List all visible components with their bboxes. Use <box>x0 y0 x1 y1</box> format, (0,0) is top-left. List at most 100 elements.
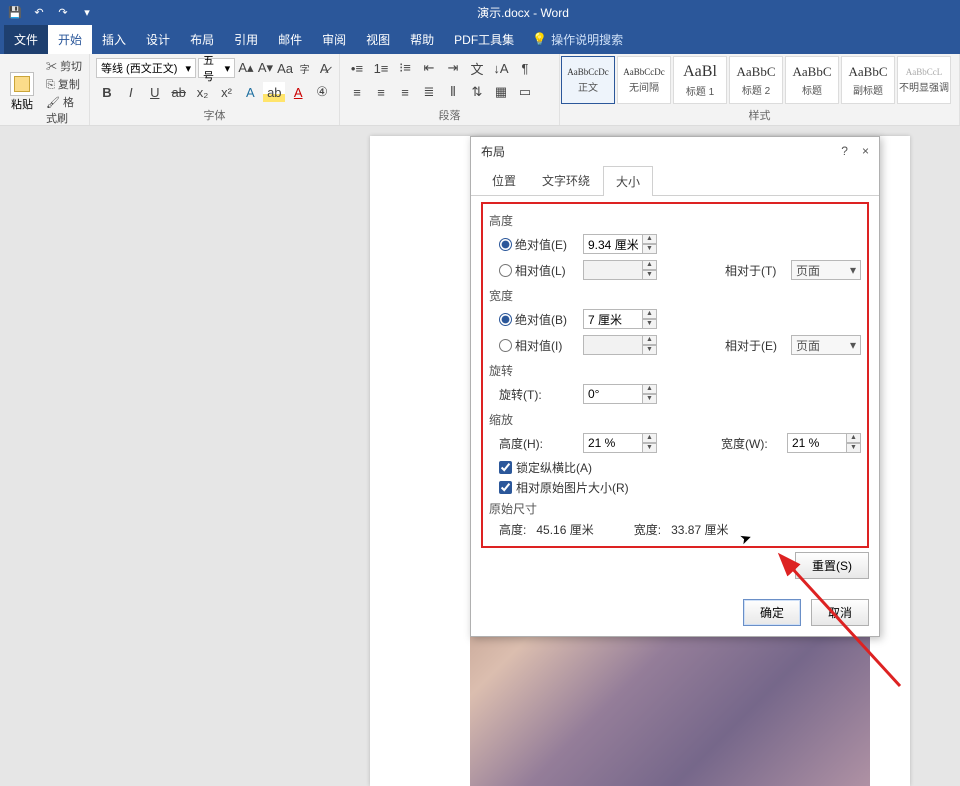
paste-button[interactable]: 粘贴 <box>6 70 38 114</box>
tab-size[interactable]: 大小 <box>603 166 653 196</box>
menu-help[interactable]: 帮助 <box>400 25 444 54</box>
height-abs-radio[interactable]: 绝对值(E) <box>499 236 577 253</box>
redo-icon[interactable]: ↷ <box>56 5 70 19</box>
clear-format-button[interactable]: A̷ <box>315 58 333 78</box>
height-relto-combo[interactable]: 页面▾ <box>791 260 861 280</box>
width-relto-combo[interactable]: 页面▾ <box>791 335 861 355</box>
shrink-font-button[interactable]: A▾ <box>257 58 275 78</box>
section-height: 高度 <box>489 212 861 229</box>
increase-indent-button[interactable]: ⇥ <box>442 58 464 78</box>
menu-references[interactable]: 引用 <box>224 25 268 54</box>
help-icon[interactable]: ? <box>841 144 848 158</box>
align-right-button[interactable]: ≡ <box>394 82 416 102</box>
tab-position[interactable]: 位置 <box>479 165 529 195</box>
text-effects-button[interactable]: A <box>239 82 261 102</box>
grow-font-button[interactable]: A▴ <box>237 58 255 78</box>
relative-original-checkbox[interactable]: 相对原始图片大小(R) <box>499 479 861 496</box>
section-original: 原始尺寸 <box>489 500 861 517</box>
spinner-up-icon: ▲ <box>643 260 657 270</box>
bold-button[interactable]: B <box>96 82 118 102</box>
distribute-button[interactable]: ⫴ <box>442 82 464 102</box>
menu-mail[interactable]: 邮件 <box>268 25 312 54</box>
align-left-button[interactable]: ≡ <box>346 82 368 102</box>
style-tile[interactable]: AaBbCcDc无间隔 <box>617 56 671 104</box>
menu-insert[interactable]: 插入 <box>92 25 136 54</box>
menu-view[interactable]: 视图 <box>356 25 400 54</box>
cancel-button[interactable]: 取消 <box>811 599 869 626</box>
width-abs-input[interactable] <box>583 309 643 329</box>
spinner-up-icon[interactable]: ▲ <box>847 433 861 443</box>
copy-button[interactable]: ⎘ 复制 <box>46 76 83 92</box>
style-tile[interactable]: AaBl标题 1 <box>673 56 727 104</box>
spinner-down-icon[interactable]: ▼ <box>643 394 657 404</box>
superscript-button[interactable]: x² <box>216 82 238 102</box>
style-tile[interactable]: AaBbC副标题 <box>841 56 895 104</box>
strikethrough-button[interactable]: ab <box>168 82 190 102</box>
font-color-button[interactable]: A <box>287 82 309 102</box>
width-abs-radio[interactable]: 绝对值(B) <box>499 311 577 328</box>
sort-button[interactable]: ↓A <box>490 58 512 78</box>
style-tile[interactable]: AaBbCcDc正文 <box>561 56 615 104</box>
menu-file[interactable]: 文件 <box>4 25 48 54</box>
spinner-up-icon[interactable]: ▲ <box>643 384 657 394</box>
spinner-down-icon[interactable]: ▼ <box>643 244 657 254</box>
italic-button[interactable]: I <box>120 82 142 102</box>
asian-layout-button[interactable]: 文 <box>466 58 488 78</box>
line-spacing-button[interactable]: ⇅ <box>466 82 488 102</box>
align-center-button[interactable]: ≡ <box>370 82 392 102</box>
bullets-button[interactable]: •≡ <box>346 58 368 78</box>
decrease-indent-button[interactable]: ⇤ <box>418 58 440 78</box>
chevron-down-icon: ▾ <box>850 338 856 352</box>
spinner-down-icon[interactable]: ▼ <box>643 319 657 329</box>
enclose-char-button[interactable]: ④ <box>311 82 333 102</box>
width-rel-radio[interactable]: 相对值(I) <box>499 337 577 354</box>
style-preview: AaBbCcDc <box>623 67 665 77</box>
show-marks-button[interactable]: ¶ <box>514 58 536 78</box>
scale-w-input[interactable] <box>787 433 847 453</box>
numbering-button[interactable]: 1≡ <box>370 58 392 78</box>
tab-text-wrap[interactable]: 文字环绕 <box>529 165 603 195</box>
justify-button[interactable]: ≣ <box>418 82 440 102</box>
spinner-up-icon[interactable]: ▲ <box>643 309 657 319</box>
rotate-input[interactable] <box>583 384 643 404</box>
height-abs-input[interactable] <box>583 234 643 254</box>
format-painter-button[interactable]: 🖌 格式刷 <box>46 94 83 126</box>
qat-more-icon[interactable]: ▾ <box>80 5 94 19</box>
cut-button[interactable]: ✂ 剪切 <box>46 58 83 74</box>
phonetic-guide-button[interactable]: 字 <box>296 58 314 78</box>
menu-pdf[interactable]: PDF工具集 <box>444 25 524 54</box>
ok-button[interactable]: 确定 <box>743 599 801 626</box>
spinner-up-icon[interactable]: ▲ <box>643 433 657 443</box>
lock-aspect-checkbox[interactable]: 锁定纵横比(A) <box>499 459 861 476</box>
spinner-up-icon[interactable]: ▲ <box>643 234 657 244</box>
underline-button[interactable]: U <box>144 82 166 102</box>
spinner-down-icon[interactable]: ▼ <box>643 443 657 453</box>
font-size-select[interactable]: 五号▾ <box>198 58 235 78</box>
reset-button[interactable]: 重置(S) <box>795 552 869 579</box>
menu-design[interactable]: 设计 <box>136 25 180 54</box>
menu-home[interactable]: 开始 <box>48 25 92 54</box>
highlight-button[interactable]: ab <box>263 82 285 102</box>
scale-h-input[interactable] <box>583 433 643 453</box>
font-name-select[interactable]: 等线 (西文正文)▾ <box>96 58 196 78</box>
subscript-button[interactable]: x₂ <box>192 82 214 102</box>
style-tile[interactable]: AaBbC标题 <box>785 56 839 104</box>
style-tile[interactable]: AaBbC标题 2 <box>729 56 783 104</box>
spinner-down-icon[interactable]: ▼ <box>847 443 861 453</box>
height-rel-radio[interactable]: 相对值(L) <box>499 262 577 279</box>
change-case-button[interactable]: Aa <box>276 58 294 78</box>
menu-review[interactable]: 审阅 <box>312 25 356 54</box>
save-icon[interactable]: 💾 <box>8 5 22 19</box>
spinner-down-icon: ▼ <box>643 345 657 355</box>
close-icon[interactable]: × <box>862 144 869 158</box>
shading-button[interactable]: ▦ <box>490 82 512 102</box>
styles-gallery[interactable]: AaBbCcDc正文AaBbCcDc无间隔AaBl标题 1AaBbC标题 2Aa… <box>560 54 959 106</box>
menu-layout[interactable]: 布局 <box>180 25 224 54</box>
tell-me-label: 操作说明搜索 <box>551 31 623 48</box>
multilevel-button[interactable]: ⁝≡ <box>394 58 416 78</box>
style-tile[interactable]: AaBbCcL不明显强调 <box>897 56 951 104</box>
borders-button[interactable]: ▭ <box>514 82 536 102</box>
tell-me-search[interactable]: 💡 操作说明搜索 <box>532 31 623 48</box>
undo-icon[interactable]: ↶ <box>32 5 46 19</box>
style-name: 不明显强调 <box>899 79 949 94</box>
